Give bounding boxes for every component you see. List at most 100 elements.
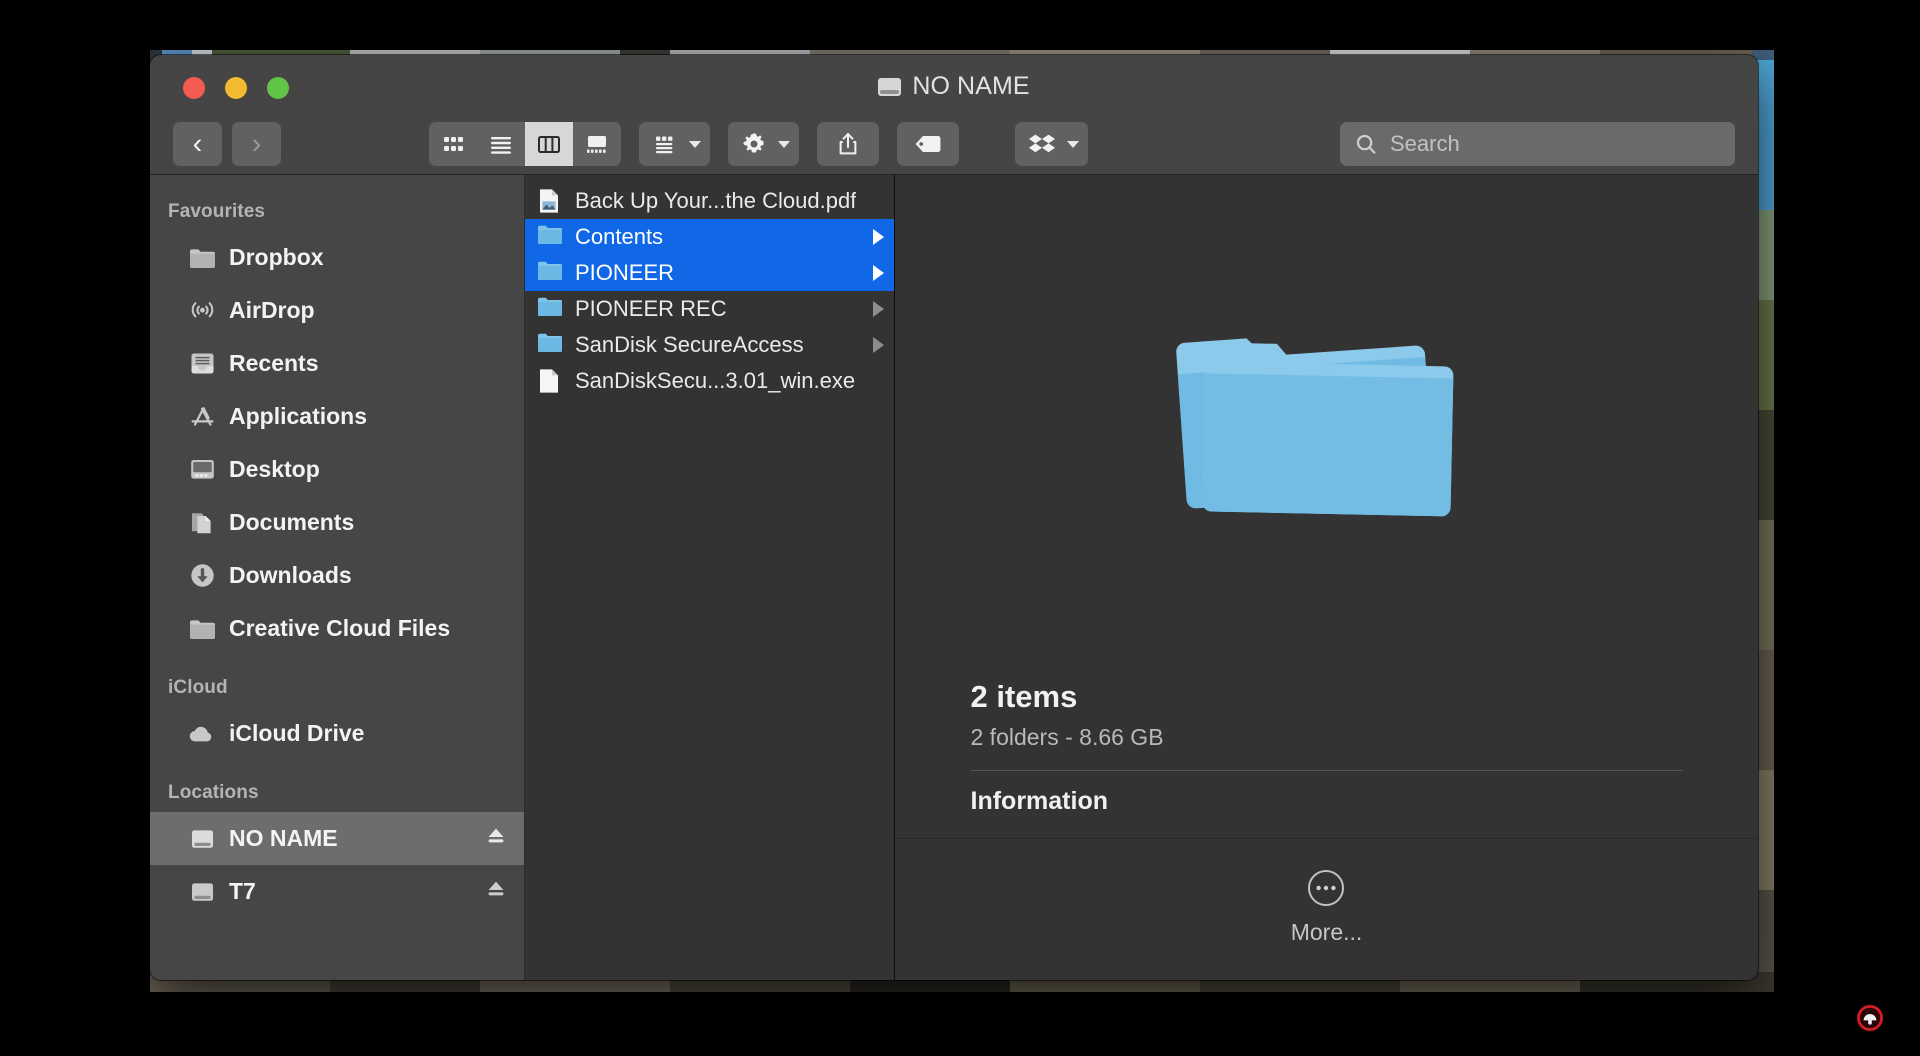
folder-icon — [537, 224, 563, 250]
tags-button[interactable] — [897, 122, 959, 166]
grid-icon — [444, 137, 463, 151]
chevron-right-icon: › — [251, 127, 262, 160]
disclosure-arrow-icon — [873, 265, 884, 281]
search-icon — [1356, 134, 1376, 154]
eject-icon[interactable] — [484, 878, 508, 906]
preview-thumbnail — [895, 179, 1758, 679]
file-name: SanDiskSecu...3.01_win.exe — [575, 368, 856, 393]
disclosure-arrow-icon — [873, 337, 884, 353]
folder-icon — [188, 244, 216, 272]
sidebar-item-label: Dropbox — [229, 244, 324, 270]
search-field[interactable]: Search — [1340, 122, 1735, 166]
group-by-icon — [656, 136, 673, 154]
column-view-button[interactable] — [525, 122, 573, 166]
file-name: Back Up Your...the Cloud.pdf — [575, 188, 857, 213]
airdrop-icon — [188, 297, 216, 325]
chevron-down-icon — [689, 140, 701, 148]
drive-icon — [188, 878, 216, 906]
stacked-folders-icon — [1175, 338, 1453, 517]
tag-icon — [915, 136, 941, 152]
sidebar-item-label: T7 — [229, 878, 256, 904]
ellipsis-circle-icon — [1308, 870, 1345, 906]
documents-icon — [188, 509, 216, 537]
dropbox-icon — [1029, 134, 1055, 153]
window-title-text: NO NAME — [912, 72, 1030, 100]
gallery-icon — [587, 136, 606, 153]
more-label: More... — [1290, 919, 1363, 945]
file-row-pioneer[interactable]: PIONEER — [525, 255, 894, 291]
preview-metadata: 2 items 2 folders - 8.66 GB Information — [970, 679, 1683, 816]
more-button[interactable]: More... — [1290, 867, 1363, 946]
navigation-buttons: ‹ › — [173, 122, 281, 166]
sidebar-item-t7[interactable]: T7 — [150, 865, 524, 918]
item-detail: 2 folders - 8.66 GB — [970, 724, 1164, 750]
metadata-divider — [970, 770, 1683, 771]
list-view-button[interactable] — [477, 122, 525, 166]
group-by-button[interactable] — [639, 122, 710, 166]
drive-icon — [188, 825, 216, 853]
back-button[interactable]: ‹ — [173, 122, 222, 166]
desktop-background: NO NAME ‹ › Search Favourites Dropbox Ai… — [0, 0, 1920, 1056]
sidebar-header-icloud: iCloud — [168, 677, 228, 698]
item-count: 2 items — [970, 679, 1078, 714]
sidebar-item-documents[interactable]: Documents — [150, 496, 524, 549]
file-name: Contents — [575, 224, 664, 249]
sidebar-item-creative-cloud-files[interactable]: Creative Cloud Files — [150, 602, 524, 655]
sidebar-item-no-name[interactable]: NO NAME — [150, 812, 524, 865]
view-mode-segmented-control — [429, 122, 621, 166]
downloads-icon — [188, 562, 216, 590]
drive-icon — [878, 77, 902, 96]
sidebar-header-locations: Locations — [168, 782, 259, 803]
sidebar-item-recents[interactable]: Recents — [150, 337, 524, 390]
sidebar-item-label: Recents — [229, 350, 319, 376]
toolbar: ‹ › Search — [150, 113, 1758, 175]
file-name: PIONEER REC — [575, 296, 727, 321]
sidebar: Favourites Dropbox AirDrop Recents Appli… — [150, 175, 525, 980]
preview-pane: 2 items 2 folders - 8.66 GB Information … — [895, 175, 1758, 980]
share-button[interactable] — [817, 122, 879, 166]
sidebar-item-label: Creative Cloud Files — [229, 615, 451, 641]
chevron-down-icon — [1067, 140, 1079, 148]
disclosure-arrow-icon — [873, 301, 884, 317]
sidebar-item-applications[interactable]: Applications — [150, 390, 524, 443]
file-row-sandisk-exe[interactable]: SanDiskSecu...3.01_win.exe — [525, 363, 894, 399]
file-row-pdf[interactable]: Back Up Your...the Cloud.pdf — [525, 183, 894, 219]
forward-button[interactable]: › — [232, 122, 281, 166]
sidebar-item-dropbox[interactable]: Dropbox — [150, 231, 524, 284]
dropbox-button[interactable] — [1015, 122, 1088, 166]
more-section-divider — [895, 838, 1758, 839]
share-icon — [839, 133, 857, 155]
gallery-view-button[interactable] — [573, 122, 621, 166]
folder-icon — [188, 615, 216, 643]
file-row-sandisk-secureaccess[interactable]: SanDisk SecureAccess — [525, 327, 894, 363]
finder-window: NO NAME ‹ › Search Favourites Dropbox Ai… — [150, 55, 1758, 980]
pdf-file-icon — [537, 188, 563, 214]
sidebar-item-airdrop[interactable]: AirDrop — [150, 284, 524, 337]
sidebar-item-label: Downloads — [229, 562, 352, 588]
window-body: Favourites Dropbox AirDrop Recents Appli… — [150, 175, 1758, 980]
sidebar-item-desktop[interactable]: Desktop — [150, 443, 524, 496]
action-button[interactable] — [728, 122, 799, 166]
sidebar-item-downloads[interactable]: Downloads — [150, 549, 524, 602]
window-title: NO NAME — [150, 72, 1758, 101]
file-name: SanDisk SecureAccess — [575, 332, 804, 357]
desktop-icon — [188, 456, 216, 484]
disclosure-arrow-icon — [873, 229, 884, 245]
file-name: PIONEER — [575, 260, 675, 285]
file-row-contents[interactable]: Contents — [525, 219, 894, 255]
cloud-icon — [188, 720, 216, 748]
folder-icon — [537, 332, 563, 358]
sidebar-item-label: Desktop — [229, 456, 320, 482]
exe-file-icon — [537, 368, 563, 394]
folder-icon — [537, 260, 563, 286]
sidebar-item-icloud-drive[interactable]: iCloud Drive — [150, 707, 524, 760]
sidebar-item-label: NO NAME — [229, 825, 338, 851]
icon-view-button[interactable] — [429, 122, 477, 166]
file-row-pioneer-rec[interactable]: PIONEER REC — [525, 291, 894, 327]
chevron-down-icon — [778, 140, 790, 148]
watermark-logo — [1848, 996, 1892, 1040]
eject-icon[interactable] — [484, 825, 508, 853]
sidebar-header-favourites: Favourites — [168, 201, 266, 222]
sidebar-item-label: AirDrop — [229, 297, 315, 323]
chevron-left-icon: ‹ — [192, 127, 203, 160]
